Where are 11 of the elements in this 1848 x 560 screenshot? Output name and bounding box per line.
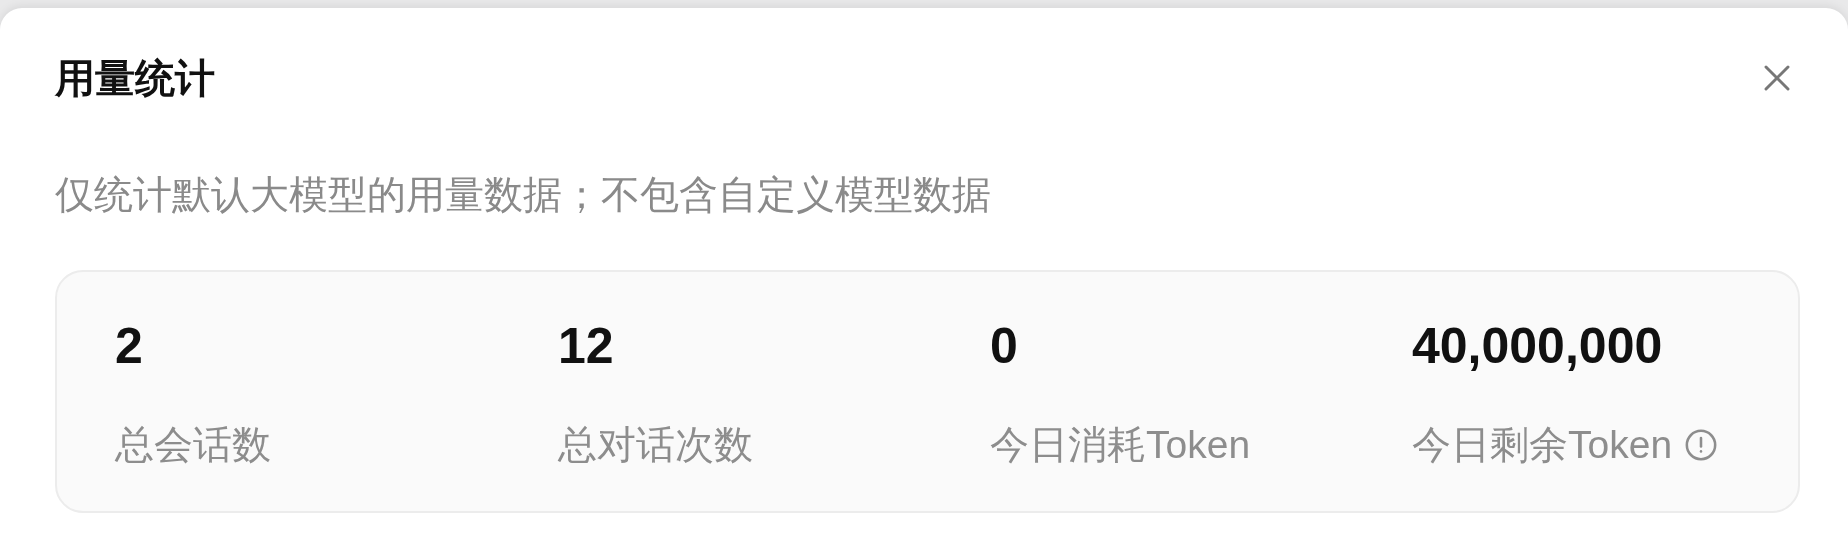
stat-value: 40,000,000	[1412, 317, 1664, 376]
stat-label: 总对话次数	[558, 422, 753, 468]
info-icon[interactable]	[1684, 428, 1719, 462]
stat-value: 0	[990, 317, 1019, 376]
stat-label: 总会话数	[115, 422, 271, 468]
dialog-title: 用量统计	[55, 54, 215, 102]
stat-value: 2	[115, 317, 144, 376]
dialog-subtitle: 仅统计默认大模型的用量数据；不包含自定义模型数据	[55, 172, 992, 218]
stat-value: 12	[558, 317, 615, 376]
stat-label: 今日剩余Token	[1412, 422, 1673, 468]
stat-label: 今日消耗Token	[990, 422, 1251, 468]
